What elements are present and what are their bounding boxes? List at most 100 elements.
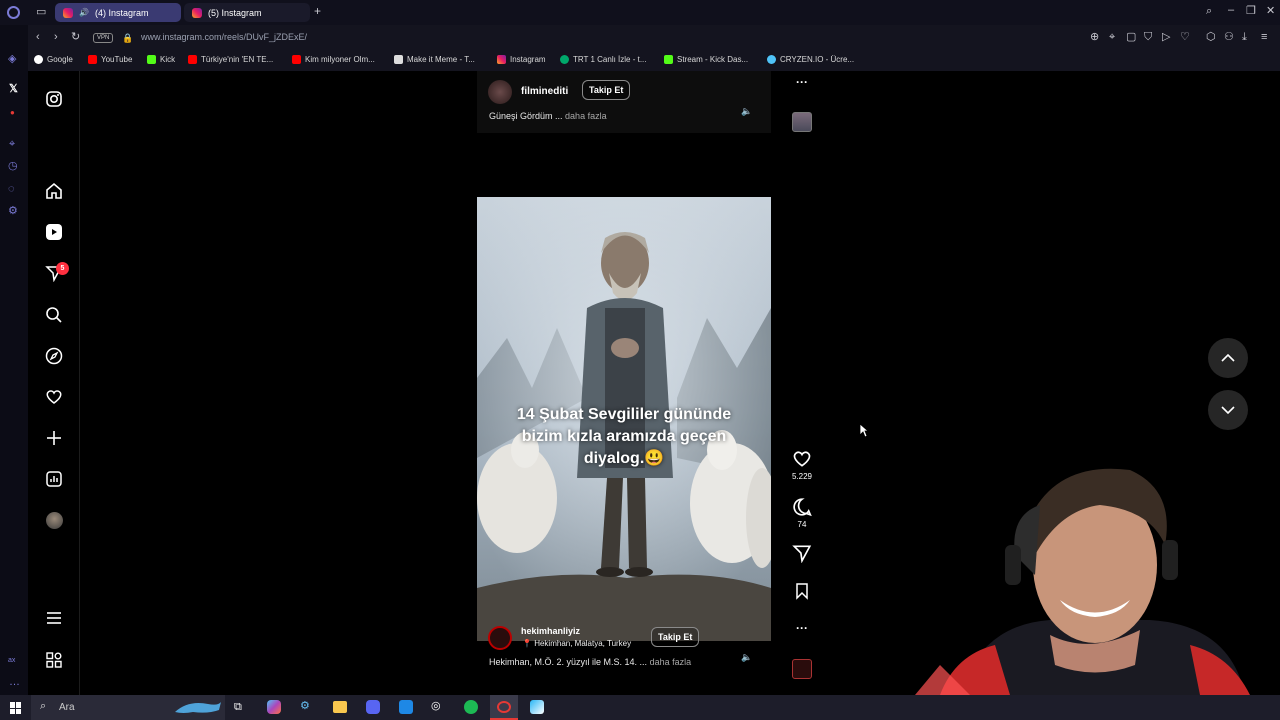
meme-icon	[394, 55, 403, 64]
webcam-overlay	[900, 455, 1280, 695]
search-tabs-icon[interactable]: ⌕	[1206, 6, 1212, 17]
bookmark-google[interactable]: Google	[34, 55, 73, 64]
close-icon[interactable]: ✕	[1266, 6, 1275, 17]
vpn-badge[interactable]: VPN	[93, 33, 114, 43]
create-icon[interactable]	[44, 428, 64, 448]
shield-icon[interactable]: ⛉	[1144, 32, 1152, 43]
wallet-icon[interactable]: ▷	[1162, 32, 1170, 43]
forward-icon[interactable]: ›	[54, 32, 58, 43]
pin-icon[interactable]: ⌖	[9, 139, 15, 150]
profile-avatar[interactable]	[44, 510, 64, 530]
more-link[interactable]: daha fazla	[565, 111, 607, 121]
reel-caption: Hekimhan, M.Ö. 2. yüzyıl ile M.S. 14. ..…	[489, 657, 691, 667]
reel-username[interactable]: filminediti	[521, 86, 568, 97]
pin-icon[interactable]: ⌖	[1109, 32, 1115, 43]
location-label: Hekimhan, Malatya, Turkey	[534, 639, 632, 648]
threads-apps-icon[interactable]	[44, 650, 64, 670]
taskbar-search[interactable]: ⌕ Ara	[31, 695, 225, 720]
audio-thumbnail[interactable]	[792, 659, 812, 679]
heart-icon[interactable]	[44, 387, 64, 407]
comment-icon	[793, 498, 812, 517]
start-icon[interactable]	[10, 702, 22, 714]
next-reel-button[interactable]	[1208, 390, 1248, 430]
bookmark-cryzen[interactable]: CRYZEN.IO - Ücre...	[767, 55, 854, 64]
chevron-down-icon	[1221, 406, 1235, 414]
bookmark-instagram[interactable]: Instagram	[497, 55, 546, 64]
spotify-icon[interactable]	[464, 700, 478, 714]
url-field[interactable]: www.instagram.com/reels/DUvF_jZDExE/	[141, 32, 307, 42]
mail-icon[interactable]	[399, 700, 413, 714]
account-icon[interactable]: ⚇	[1224, 32, 1234, 43]
more-icon[interactable]: …	[9, 677, 20, 688]
extensions-icon[interactable]: ⬡	[1206, 32, 1216, 43]
bookmark-trt[interactable]: TRT 1 Canlı İzle - t...	[560, 55, 647, 64]
reels-icon[interactable]	[44, 222, 64, 242]
audio-thumbnail[interactable]	[792, 112, 812, 132]
follow-button[interactable]: Takip Et	[651, 627, 700, 647]
favorite-icon[interactable]: ♡	[1180, 32, 1190, 43]
kick-icon	[664, 55, 673, 64]
tab-menu-icon[interactable]: ▭	[36, 7, 46, 18]
history-icon[interactable]: ◷	[8, 161, 18, 172]
file-explorer-icon[interactable]	[333, 701, 347, 713]
discord-icon[interactable]	[366, 700, 380, 714]
bookmark-meme[interactable]: Make it Meme - T...	[394, 55, 475, 64]
bookmark-kick[interactable]: Kick	[147, 55, 175, 64]
more-options-icon[interactable]: ···	[790, 75, 814, 89]
zoom-icon[interactable]: ⊕	[1090, 32, 1099, 43]
menu-icon[interactable]: ≡	[1261, 32, 1267, 43]
back-icon[interactable]: ‹	[36, 32, 40, 43]
maximize-icon[interactable]: ❐	[1246, 6, 1256, 17]
bookmark-youtube[interactable]: YouTube	[88, 55, 132, 64]
x-icon[interactable]: 𝕏	[9, 84, 18, 95]
previous-reel-button[interactable]	[1208, 338, 1248, 378]
new-tab-icon[interactable]: +	[314, 5, 321, 17]
reel-location[interactable]: 📍 Hekimhan, Malatya, Turkey	[522, 639, 631, 648]
google-icon	[34, 55, 43, 64]
game-icon[interactable]: ◎	[431, 701, 441, 712]
comment-count: 74	[797, 520, 807, 529]
aria-icon[interactable]: ◈	[8, 54, 16, 65]
task-view-icon[interactable]: ⧉	[234, 702, 242, 713]
opera-logo-icon[interactable]	[7, 6, 20, 19]
home-icon[interactable]	[44, 181, 64, 201]
more-link[interactable]: daha fazla	[650, 657, 692, 667]
bookmark-milyoner[interactable]: Kim milyoner Olm...	[292, 55, 375, 64]
snapshot-icon[interactable]: ▢	[1126, 32, 1136, 43]
tab-instagram-2[interactable]: (5) Instagram	[184, 3, 310, 22]
reload-icon[interactable]: ↻	[71, 32, 80, 43]
search-icon[interactable]	[44, 305, 64, 325]
save-button[interactable]	[790, 582, 814, 605]
like-count: 5.229	[791, 472, 813, 481]
youtube-icon	[88, 55, 97, 64]
reel-main[interactable]: 14 Şubat Sevgililer gününde bizim kızla …	[477, 158, 771, 680]
steam-icon[interactable]: ⚙	[300, 701, 310, 712]
copilot-icon[interactable]	[267, 700, 281, 714]
bookmark-turkiye[interactable]: Türkiye'nin 'EN TE...	[188, 55, 273, 64]
mute-icon[interactable]: 🔈	[741, 106, 752, 117]
settings-icon[interactable]: ⚙	[8, 206, 18, 217]
explore-icon[interactable]	[44, 346, 64, 366]
tab-instagram-1[interactable]: 🔊 (4) Instagram	[55, 3, 181, 22]
more-menu-icon[interactable]	[44, 608, 64, 628]
messenger-icon[interactable]: ◌	[8, 184, 15, 195]
app-icon[interactable]	[530, 700, 544, 714]
mute-icon[interactable]: 🔈	[741, 652, 752, 663]
record-icon[interactable]: ●	[10, 107, 15, 118]
minimize-icon[interactable]: –	[1228, 5, 1234, 16]
youtube-icon	[188, 55, 197, 64]
instagram-logo-icon[interactable]	[44, 89, 64, 109]
search-placeholder: Ara	[59, 702, 75, 713]
follow-button[interactable]: Takip Et	[582, 80, 631, 100]
dashboard-icon[interactable]	[44, 469, 64, 489]
bookmark-kick-dashboard[interactable]: Stream - Kick Das...	[664, 55, 748, 64]
comment-button[interactable]	[790, 497, 814, 522]
opera-gx-taskbar-icon[interactable]	[490, 695, 518, 720]
more-options-icon[interactable]: ···	[790, 621, 814, 635]
avatar[interactable]	[488, 80, 512, 104]
reel-username[interactable]: hekimhanliyiz	[521, 626, 580, 636]
like-button[interactable]	[790, 449, 814, 474]
avatar[interactable]	[488, 626, 512, 650]
download-icon[interactable]: ⤓	[1242, 32, 1247, 43]
share-button[interactable]	[790, 543, 814, 568]
